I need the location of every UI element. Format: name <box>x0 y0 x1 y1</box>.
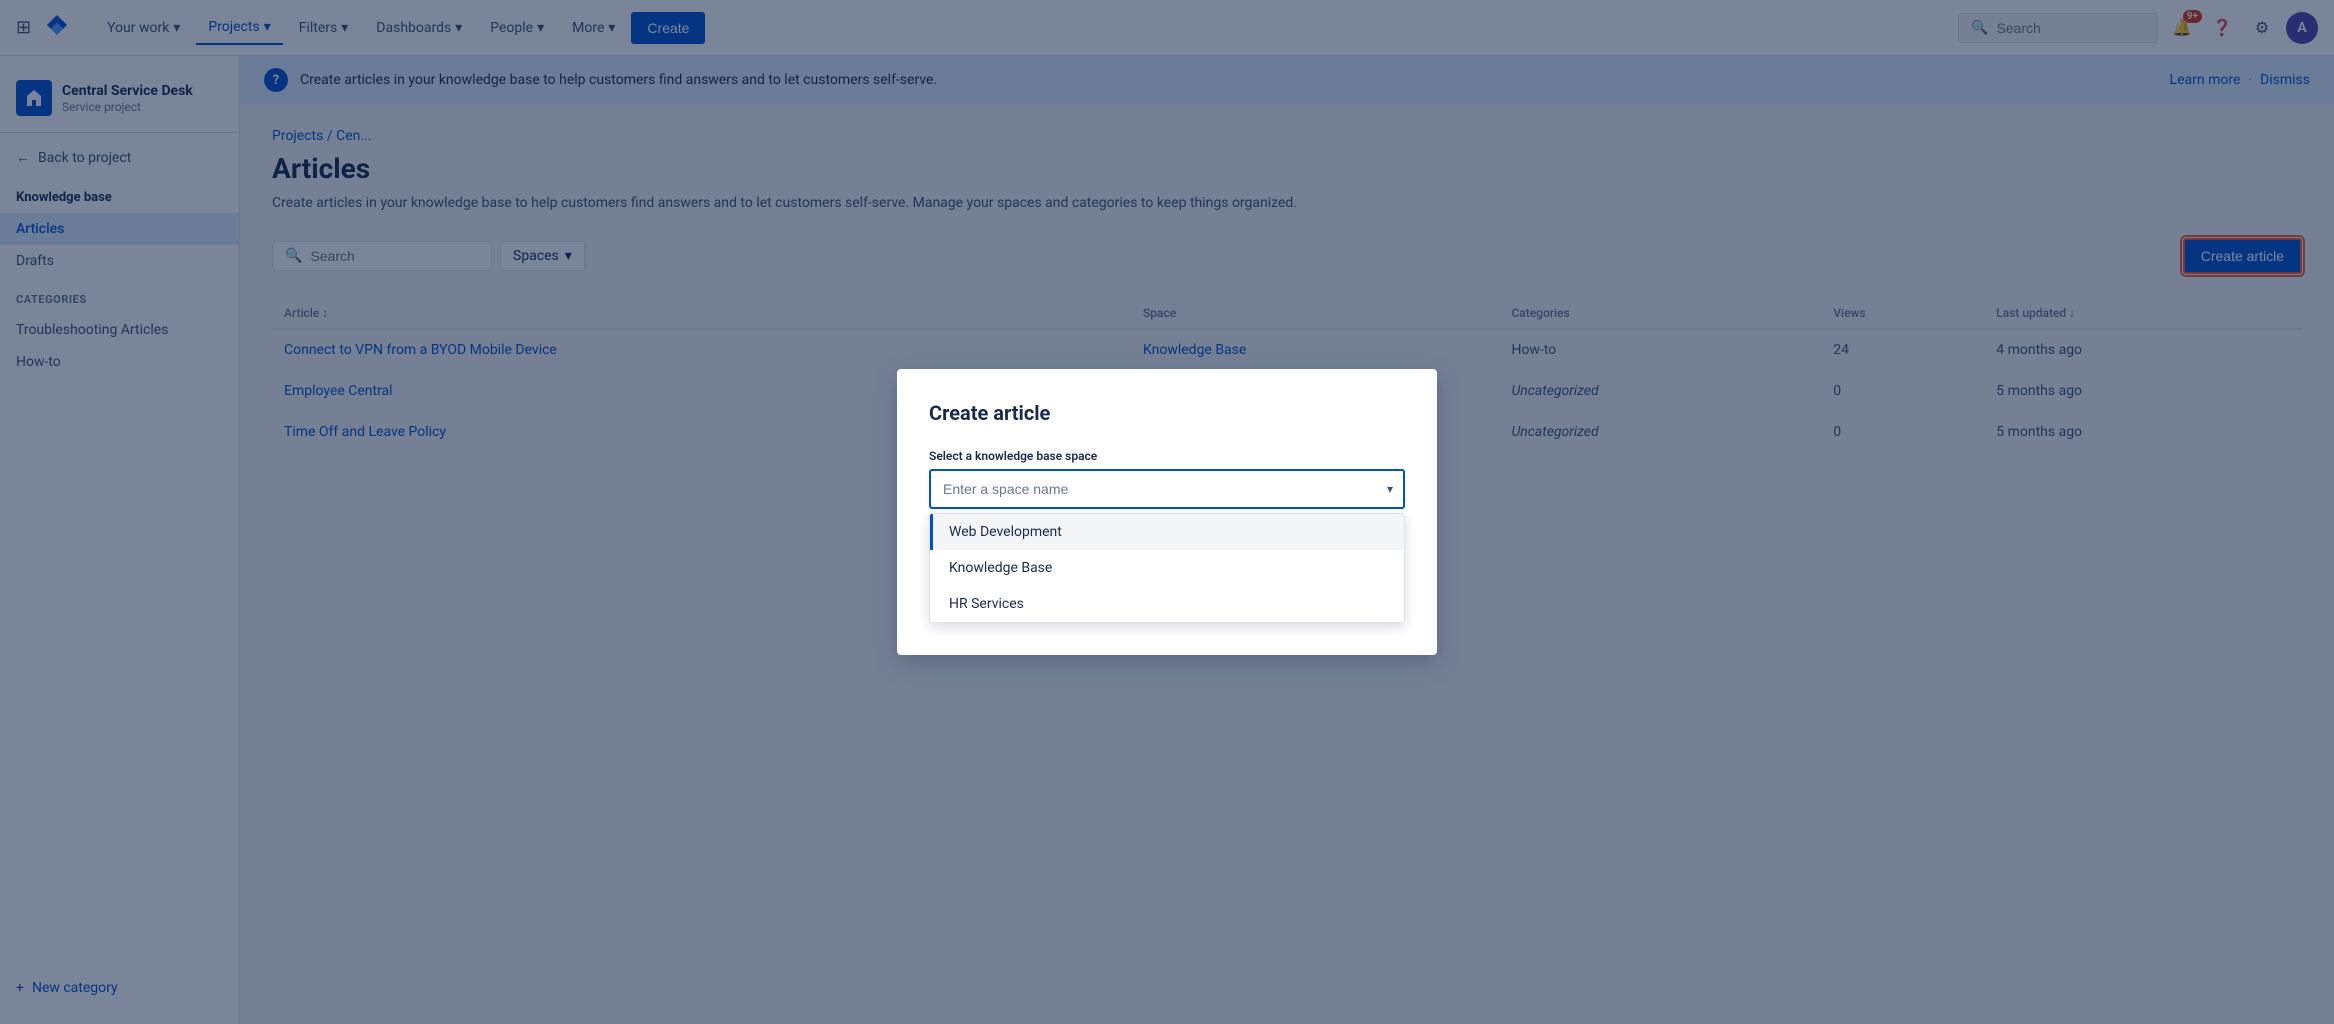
dropdown-item[interactable]: Knowledge Base <box>930 550 1404 586</box>
space-dropdown-list: Web DevelopmentKnowledge BaseHR Services <box>929 513 1405 623</box>
dropdown-item[interactable]: HR Services <box>930 586 1404 622</box>
space-select-wrapper: ▾ <box>929 469 1405 509</box>
form-label: Select a knowledge base space <box>929 449 1405 463</box>
create-article-modal: Create article Select a knowledge base s… <box>897 369 1437 655</box>
dropdown-item[interactable]: Web Development <box>930 514 1404 550</box>
modal-title: Create article <box>929 401 1405 425</box>
space-name-input[interactable] <box>929 469 1405 509</box>
modal-overlay[interactable]: Create article Select a knowledge base s… <box>0 0 2334 1024</box>
